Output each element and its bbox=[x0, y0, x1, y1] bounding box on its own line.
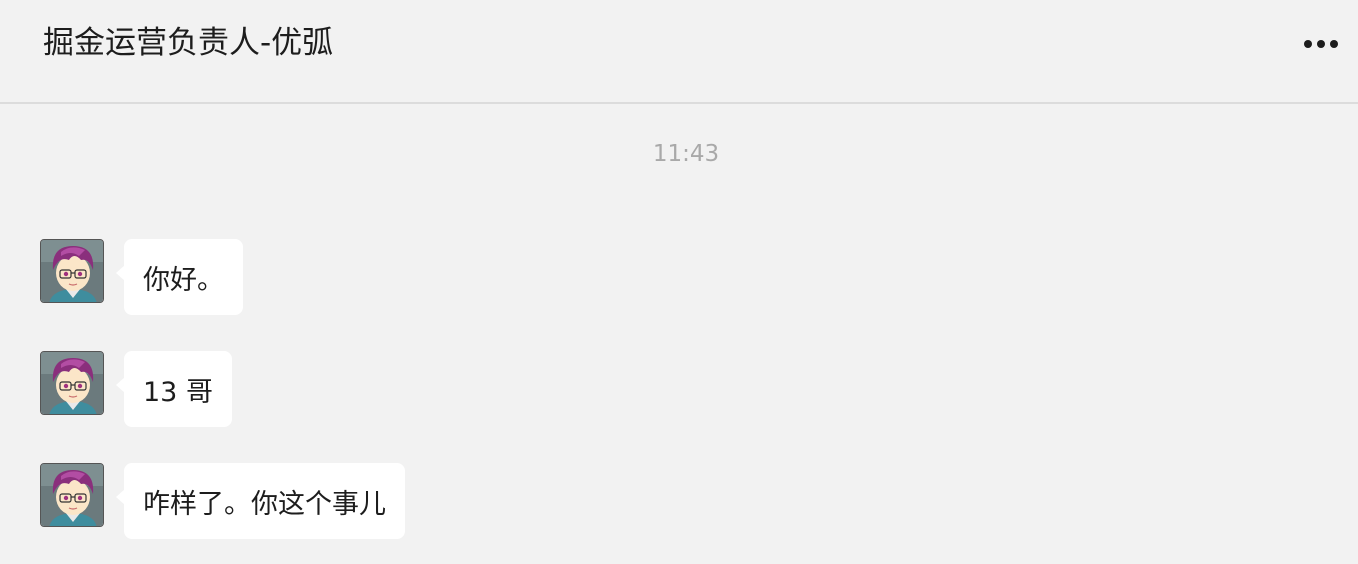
sender-avatar[interactable] bbox=[40, 239, 104, 303]
chat-header: 掘金运营负责人-优弧 bbox=[0, 0, 1358, 104]
message-timestamp: 11:43 bbox=[652, 141, 720, 167]
chat-title: 掘金运营负责人-优弧 bbox=[43, 25, 334, 61]
message-bubble[interactable]: 13 哥 bbox=[116, 351, 232, 427]
message-bubble[interactable]: 你好。 bbox=[116, 239, 243, 315]
chat-window: 掘金运营负责人-优弧 11:43 你好。 13 哥 咋样了。你这个事儿 bbox=[0, 0, 1358, 564]
more-options-icon[interactable] bbox=[1296, 30, 1346, 58]
sender-avatar[interactable] bbox=[40, 463, 104, 527]
sender-avatar[interactable] bbox=[40, 351, 104, 415]
message-bubble[interactable]: 咋样了。你这个事儿 bbox=[116, 463, 405, 539]
